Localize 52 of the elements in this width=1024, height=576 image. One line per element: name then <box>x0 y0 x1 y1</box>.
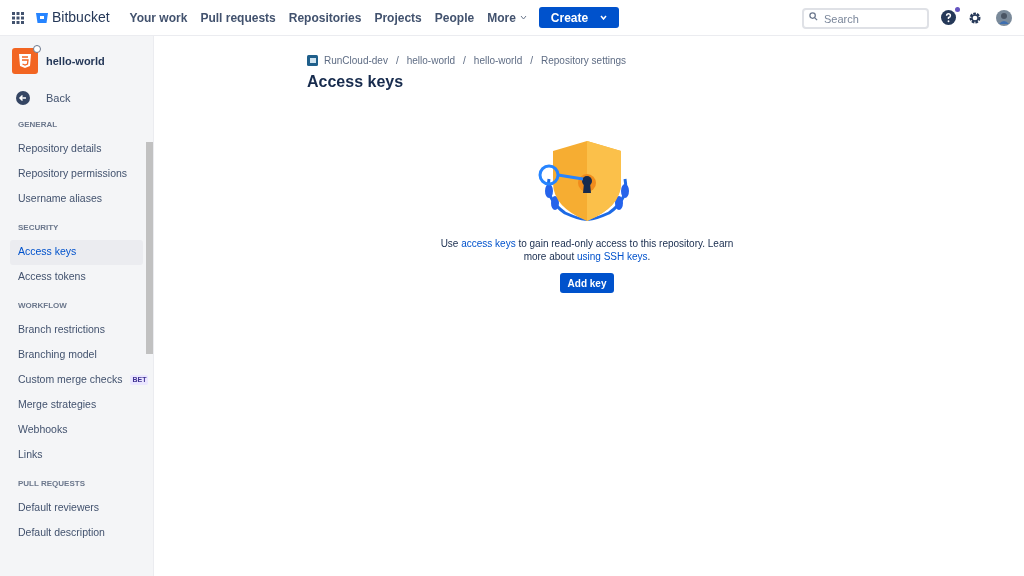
breadcrumb-link[interactable]: hello-world <box>406 53 456 68</box>
sidebar-item[interactable]: Access tokens <box>10 264 143 290</box>
search-icon <box>809 11 818 21</box>
lock-badge <box>33 45 41 53</box>
section-heading: WORKFLOW <box>17 299 68 312</box>
sidebar-item[interactable]: Default reviewers <box>10 495 143 521</box>
sidebar-item[interactable]: Webhooks <box>10 417 143 443</box>
breadcrumb-separator: / <box>530 54 533 68</box>
settings-icon[interactable] <box>968 10 982 25</box>
section-heading: SECURITY <box>17 221 60 234</box>
sidebar-item[interactable]: Branching model <box>10 342 143 368</box>
search-field[interactable]: Search <box>802 8 929 29</box>
project-avatar-icon <box>307 55 318 66</box>
breadcrumb-separator: / <box>463 54 466 68</box>
section-heading: GENERAL <box>17 118 59 131</box>
more-menu[interactable]: More <box>487 8 527 27</box>
sidebar-item[interactable]: Repository details <box>10 136 143 162</box>
nav-link[interactable]: Projects <box>374 8 422 27</box>
sidebar-item[interactable]: Custom merge checks <box>10 367 131 393</box>
breadcrumb-link[interactable]: hello-world <box>473 53 523 68</box>
html5-repo-icon <box>12 48 38 74</box>
help-icon[interactable] <box>941 10 956 25</box>
chevron-down-icon <box>600 15 608 20</box>
repo-name: hello-world <box>46 53 105 69</box>
breadcrumb-separator: / <box>395 54 399 68</box>
chevron-down-icon <box>519 15 527 20</box>
nav-link[interactable]: Repositories <box>288 8 362 27</box>
sidebar-item[interactable]: Access keys <box>10 239 143 265</box>
page-title: Access keys <box>307 72 405 92</box>
back-button[interactable]: Back <box>0 86 153 111</box>
app-switcher-icon[interactable] <box>12 11 24 24</box>
nav-link[interactable]: Pull requests <box>200 8 276 27</box>
scrollbar-thumb[interactable] <box>145 142 153 354</box>
inline-link[interactable]: using SSH keys <box>577 251 648 262</box>
product-logo-text[interactable]: Bitbucket <box>52 7 110 28</box>
inline-link[interactable]: access keys <box>461 238 516 249</box>
sidebar-item[interactable]: Links <box>10 442 143 468</box>
breadcrumb-link[interactable]: Repository settings <box>541 53 627 68</box>
avatar-icon[interactable] <box>996 9 1012 26</box>
sidebar-item[interactable]: Merge strategies <box>10 392 143 418</box>
bucket-logo-icon <box>36 11 48 24</box>
sidebar-item[interactable]: Username aliases <box>10 186 143 212</box>
add-key-button[interactable]: Add key <box>559 273 615 293</box>
breadcrumb-link[interactable]: RunCloud-dev <box>324 53 388 68</box>
nav-link[interactable]: People <box>434 8 475 27</box>
description-text: Use access keys to gain read-only access to this repository. Learn more about using SSH keys. <box>439 237 735 263</box>
nav-link[interactable]: Your work <box>129 8 188 27</box>
sidebar-item[interactable]: Repository permissions <box>10 161 143 187</box>
sidebar-item[interactable]: Branch restrictions <box>10 317 143 343</box>
create-button[interactable]: Create <box>538 7 620 28</box>
section-heading: PULL REQUESTS <box>17 477 86 490</box>
sidebar-item[interactable]: Default description <box>10 520 143 546</box>
